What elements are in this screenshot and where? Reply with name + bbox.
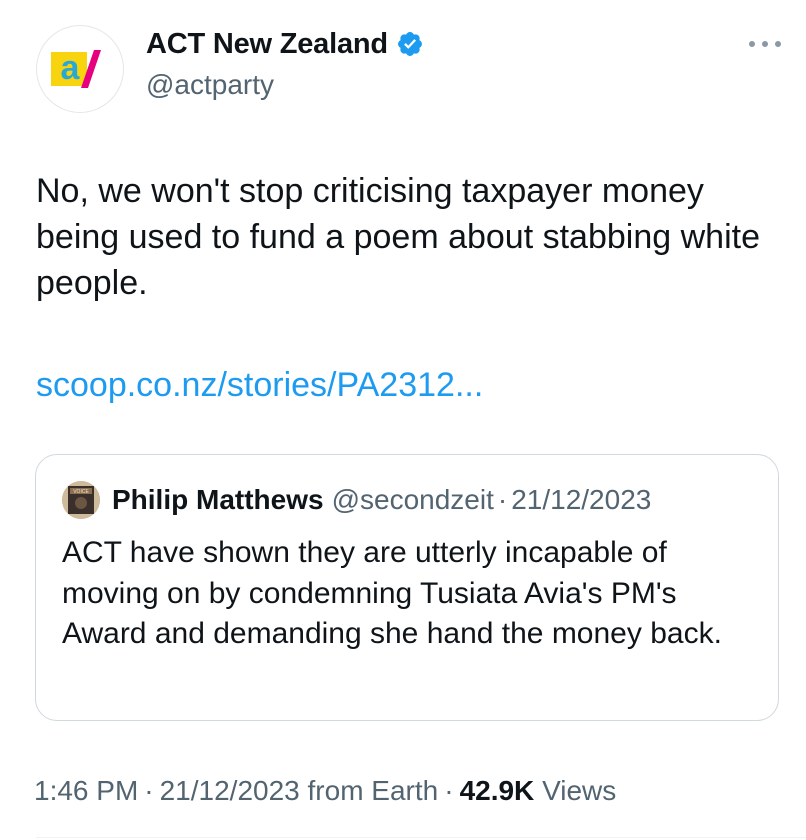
views-label: Views bbox=[542, 775, 617, 806]
quoted-date[interactable]: 21/12/2023 bbox=[511, 482, 651, 518]
quoted-display-name[interactable]: Philip Matthews bbox=[112, 482, 324, 518]
tweet-metadata: 1:46 PM · 21/12/2023 from Earth · 42.9K View… bbox=[34, 771, 616, 811]
tweet-link[interactable]: scoop.co.nz/stories/PA2312... bbox=[36, 362, 483, 408]
more-options-button[interactable] bbox=[748, 33, 782, 55]
author-display-name[interactable]: ACT New Zealand bbox=[146, 26, 388, 62]
tweet-date-source[interactable]: 21/12/2023 from Earth bbox=[160, 775, 439, 806]
author-avatar[interactable]: a bbox=[36, 25, 124, 113]
views-count: 42.9K bbox=[459, 775, 535, 806]
tweet-time[interactable]: 1:46 PM bbox=[34, 775, 138, 806]
meta-separator: · bbox=[144, 775, 154, 806]
avatar-label: VOICE bbox=[73, 489, 89, 495]
meta-separator: · bbox=[444, 775, 454, 806]
author-handle[interactable]: @actparty bbox=[146, 68, 274, 102]
logo-letter: a bbox=[61, 49, 81, 87]
quoted-separator: · bbox=[497, 484, 508, 515]
verified-badge-icon bbox=[396, 30, 424, 58]
tweet-text: No, we won't stop criticising taxpayer m… bbox=[36, 172, 760, 302]
quoted-tweet-text: ACT have shown they are utterly incapabl… bbox=[62, 536, 722, 650]
quoted-tweet[interactable]: VOICE Philip Matthews @secondzeit · 21/1… bbox=[35, 454, 779, 721]
act-logo-icon: a bbox=[51, 49, 101, 88]
more-horizontal-icon bbox=[749, 41, 781, 47]
book-cover-avatar-icon: VOICE bbox=[62, 481, 100, 519]
quoted-handle[interactable]: @secondzeit bbox=[332, 482, 494, 518]
quoted-author-avatar[interactable]: VOICE bbox=[62, 481, 100, 519]
divider bbox=[36, 837, 806, 838]
quoted-tweet-header: VOICE Philip Matthews @secondzeit · 21/1… bbox=[62, 481, 651, 519]
